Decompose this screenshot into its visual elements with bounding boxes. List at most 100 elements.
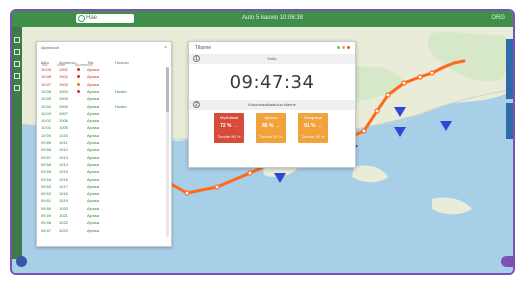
row-vehicle: 1008 — [59, 118, 68, 124]
header-time[interactable]: Aika — [41, 60, 49, 66]
table-headers: Aika Ajoneuvo Tila Huomio — [41, 60, 161, 66]
table-row[interactable]: 09:50 1020 Ajossa — [41, 206, 159, 212]
row-time: 09:54 — [41, 176, 52, 182]
table-scrollbar[interactable] — [166, 67, 169, 237]
kpi-on-time[interactable]: Ajoissa 86 % → Tavoite 90 % — [256, 113, 286, 143]
table-row[interactable]: 10:09 1001 Ajossa — [41, 67, 159, 73]
table-row[interactable]: 10:05 1005 Ajossa — [41, 96, 159, 102]
row-vehicle: 1003 — [59, 81, 68, 87]
timer-window-controls — [337, 46, 350, 51]
vehicle-table-panel: Ajoneuvot × Tila Viive Ajoneuvot Aika Aj… — [36, 41, 172, 247]
table-row[interactable]: 09:52 1018 Ajossa — [41, 191, 159, 197]
row-status: Ajossa — [87, 103, 100, 109]
row-vehicle: 1014 — [59, 161, 68, 167]
row-time: 09:58 — [41, 147, 52, 153]
table-row[interactable]: 09:54 1016 Ajossa — [41, 177, 159, 183]
row-status: Ajossa — [87, 191, 100, 197]
row-time: 10:02 — [41, 118, 52, 124]
table-row[interactable]: 10:01 1009 Ajossa — [41, 125, 159, 131]
table-row[interactable]: 09:49 1021 Ajossa — [41, 213, 159, 219]
top-bar: Hae Auto 5 kasvio 10:06:38 ORG — [12, 11, 513, 27]
kpi-value: 86 % → — [262, 123, 280, 129]
row-status: Ajossa — [87, 74, 100, 80]
row-time: 09:48 — [41, 220, 52, 226]
list-icon[interactable] — [14, 61, 20, 67]
header-status[interactable]: Tila — [87, 60, 93, 66]
row-time: 10:01 — [41, 125, 52, 131]
status-dot-icon — [77, 89, 80, 93]
table-row[interactable]: 09:48 1022 Ajossa — [41, 220, 159, 226]
table-row[interactable]: 09:51 1019 Ajossa — [41, 198, 159, 204]
kpi-late[interactable]: Myöhässä 72 % → Tavoite 80 % — [214, 113, 244, 143]
row-status: Ajossa — [87, 132, 100, 138]
status-dot-icon — [77, 75, 80, 79]
filter-icon[interactable] — [14, 49, 20, 55]
table-row[interactable]: 10:07 1003 Ajossa — [41, 82, 159, 88]
vehicle-marker-5 — [394, 127, 406, 137]
row-vehicle: 1016 — [59, 176, 68, 182]
layers-icon[interactable] — [14, 37, 20, 43]
right-toolbar-secondary[interactable] — [506, 103, 513, 139]
row-time: 09:50 — [41, 205, 52, 211]
row-note: Huolto — [115, 88, 127, 94]
row-vehicle: 1006 — [59, 103, 68, 109]
close-icon[interactable]: × — [164, 45, 167, 51]
top-right-status: ORG — [491, 15, 505, 21]
row-status: Ajossa — [87, 227, 100, 233]
row-status: Ajossa — [87, 67, 100, 72]
header-vehicle[interactable]: Ajoneuvo — [59, 60, 76, 66]
table-row[interactable]: 10:04 1006 Ajossa Huolto — [41, 104, 159, 110]
row-vehicle: 1001 — [59, 67, 68, 72]
kpi-value: 72 % → — [220, 123, 238, 129]
status-dot-icon — [77, 82, 80, 86]
kpi-subtext: Tavoite 90 % — [259, 134, 283, 139]
row-status: Ajossa — [87, 205, 100, 211]
island-2 — [352, 165, 388, 183]
status-section-header: 2 Kokonaisaikataulun tilanne — [189, 100, 355, 110]
row-status: Ajossa — [87, 154, 100, 160]
panel-tabs: Tila Viive Ajoneuvot — [41, 53, 161, 67]
table-row[interactable]: 10:08 1002 Ajossa — [41, 74, 159, 80]
table-row[interactable]: 09:53 1017 Ajossa — [41, 184, 159, 190]
kpi-early[interactable]: Etuajassa 91 % → Tavoite 95 % — [298, 113, 328, 143]
table-row[interactable]: 09:58 1012 Ajossa — [41, 147, 159, 153]
left-toolbar — [12, 27, 22, 259]
row-time: 09:53 — [41, 183, 52, 189]
table-row[interactable]: 10:02 1008 Ajossa — [41, 118, 159, 124]
row-vehicle: 1010 — [59, 132, 68, 138]
table-row[interactable]: 09:57 1013 Ajossa — [41, 155, 159, 161]
table-row[interactable]: 09:55 1015 Ajossa — [41, 169, 159, 175]
row-vehicle: 1018 — [59, 191, 68, 197]
table-row[interactable]: 09:56 1014 Ajossa — [41, 162, 159, 168]
table-row[interactable]: 10:06 1004 Ajossa Huolto — [41, 89, 159, 95]
table-row[interactable]: 10:03 1007 Ajossa — [41, 111, 159, 117]
timer-panel-title: Tilanne — [195, 45, 212, 51]
row-time: 09:47 — [41, 227, 52, 233]
locate-button[interactable] — [16, 256, 27, 267]
close-icon[interactable] — [347, 46, 350, 49]
table-row[interactable]: 09:59 1011 Ajossa — [41, 140, 159, 146]
chat-button[interactable] — [501, 256, 513, 267]
table-row[interactable]: 10:00 1010 Ajossa — [41, 133, 159, 139]
kpi-subtext: Tavoite 95 % — [301, 134, 325, 139]
row-status: Ajossa — [87, 125, 100, 131]
row-status: Ajossa — [87, 147, 100, 153]
minimize-icon[interactable] — [337, 46, 340, 49]
row-time: 09:52 — [41, 191, 52, 197]
row-vehicle: 1015 — [59, 169, 68, 175]
clock-section-header: 1 Kello — [189, 54, 355, 64]
row-vehicle: 1009 — [59, 125, 68, 131]
header-note[interactable]: Huomio — [115, 60, 129, 66]
row-time: 09:51 — [41, 198, 52, 204]
settings-icon[interactable] — [14, 73, 20, 79]
info-icon[interactable] — [14, 85, 20, 91]
row-status: Ajossa — [87, 140, 100, 145]
maximize-icon[interactable] — [342, 46, 345, 49]
table-row[interactable]: 09:47 1023 Ajossa — [41, 228, 159, 234]
table-scroll-thumb[interactable] — [166, 67, 169, 112]
row-vehicle: 1023 — [59, 227, 68, 233]
clock-section: 1 Kello 09:47:34 — [189, 54, 355, 98]
right-toolbar[interactable] — [506, 39, 513, 99]
search-box[interactable]: Hae — [76, 14, 134, 23]
table-rows: 10:09 1001 Ajossa 10:08 1002 Ajossa 10:07 1003 A… — [41, 67, 159, 242]
